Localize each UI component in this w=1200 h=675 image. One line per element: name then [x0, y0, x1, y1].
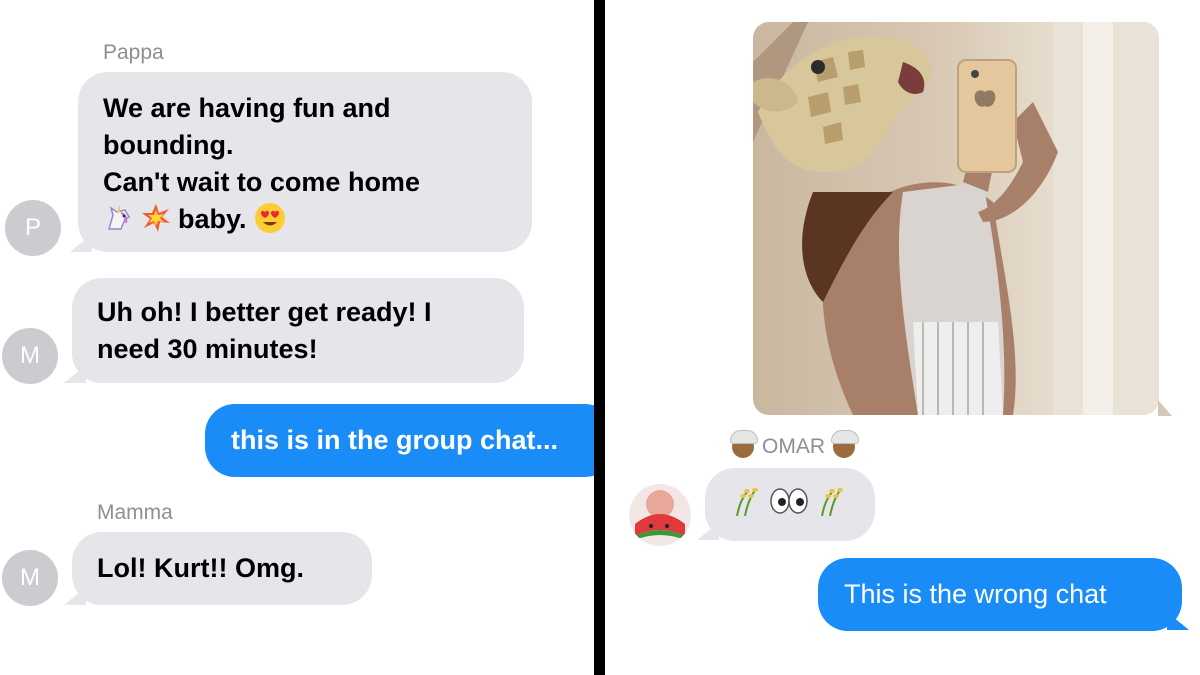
eyes-emoji-icon	[769, 488, 808, 514]
message-line-with-emojis: baby.	[103, 201, 532, 238]
person-with-turban-icon	[831, 430, 859, 458]
avatar[interactable]: P	[5, 200, 61, 256]
panel-divider	[594, 0, 605, 675]
rice-plant-emoji-icon	[736, 488, 758, 517]
avatar-omar[interactable]	[629, 484, 691, 546]
message-line: bounding.	[103, 130, 234, 160]
avatar[interactable]: M	[2, 550, 58, 606]
message-text-baby: baby.	[178, 204, 247, 234]
left-conversation: Pappa We are having fun and bounding. Ca…	[0, 0, 594, 675]
message-text: this is in the group chat...	[231, 425, 559, 455]
message-line: need 30 minutes!	[97, 334, 318, 364]
message-bubble-omar-emojis[interactable]	[705, 468, 875, 541]
outgoing-bubble-wrong-chat[interactable]: This is the wrong chat	[818, 558, 1182, 631]
message-bubble-uh-oh[interactable]: Uh oh! I better get ready! I need 30 min…	[72, 278, 524, 383]
sender-name-omar: OMAR	[762, 435, 825, 458]
avatar[interactable]: M	[2, 328, 58, 384]
rice-plant-emoji-icon	[821, 488, 844, 517]
sender-name-mamma: Mamma	[97, 501, 173, 524]
message-line: We are having fun and	[103, 93, 391, 123]
message-line: Can't wait to come home	[103, 167, 420, 197]
person-with-turban-icon	[730, 430, 758, 458]
watermelon-avatar-icon	[635, 490, 685, 540]
collision-emoji-icon	[141, 204, 170, 232]
message-text: Lol! Kurt!! Omg.	[97, 553, 304, 583]
photo-bubble-tail	[1158, 400, 1172, 416]
message-text: This is the wrong chat	[844, 579, 1107, 609]
sender-name-pappa: Pappa	[103, 41, 164, 64]
unicorn-emoji-icon	[108, 205, 131, 230]
outgoing-bubble-group-chat[interactable]: this is in the group chat...	[205, 404, 594, 477]
heart-eyes-emoji-icon	[255, 203, 286, 233]
message-bubble-mamma[interactable]: Lol! Kurt!! Omg.	[72, 532, 372, 605]
right-conversation: OMAR This is the wrong chat	[605, 0, 1200, 675]
mirror-selfie-image-icon	[753, 22, 1159, 415]
message-bubble-pappa[interactable]: We are having fun and bounding. Can't wa…	[78, 72, 532, 252]
photo-message[interactable]	[753, 22, 1159, 415]
message-line: Uh oh! I better get ready! I	[97, 297, 432, 327]
sender-header-omar: OMAR	[730, 430, 859, 462]
